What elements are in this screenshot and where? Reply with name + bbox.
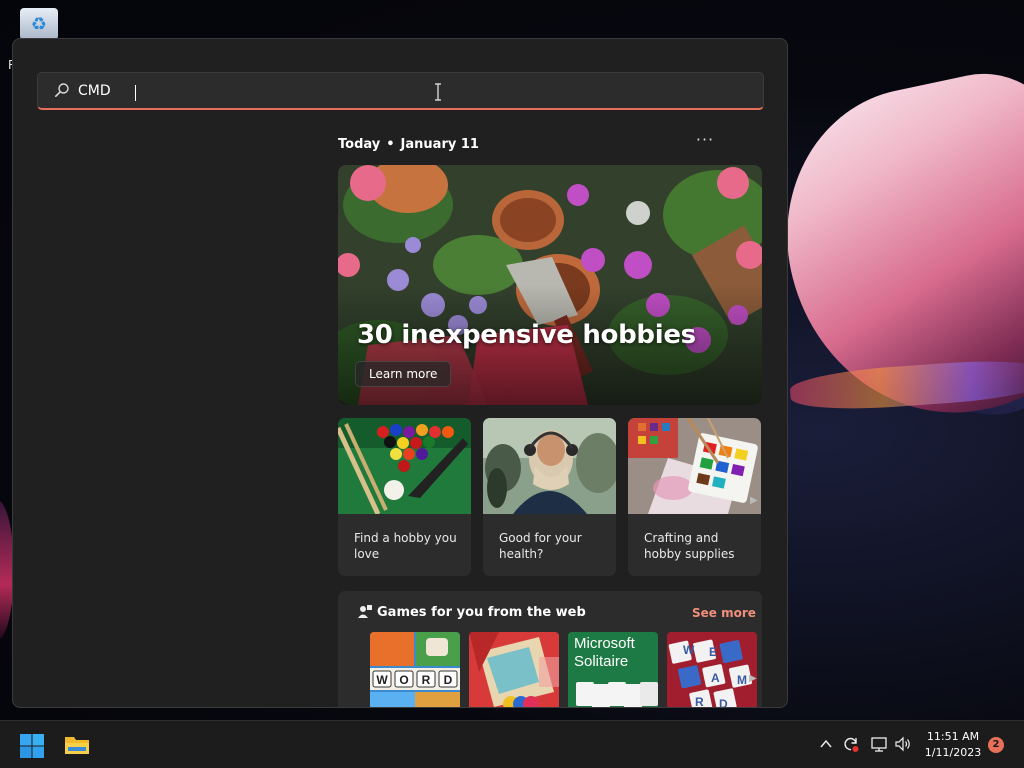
feed-card-billiards[interactable]: Find a hobby you love (338, 418, 471, 576)
notification-badge[interactable]: 2 (988, 737, 1004, 753)
feed-card-label: Good for your health? (499, 531, 582, 561)
clock-date: 1/11/2023 (924, 746, 982, 759)
today-date: January 11 (400, 137, 479, 152)
svg-text:W: W (376, 673, 388, 687)
windows-start-icon[interactable] (19, 733, 45, 759)
ibeam-cursor-icon (435, 83, 441, 101)
search-box[interactable] (37, 72, 764, 110)
watercolor-paints-image (628, 418, 761, 514)
hero-title: 30 inexpensive hobbies (357, 320, 696, 350)
see-more-button[interactable]: See more (692, 606, 756, 620)
game-tile-puzzle[interactable] (469, 632, 559, 707)
feed-card-health[interactable]: Good for your health? (483, 418, 616, 576)
game-tile-word[interactable]: W O R D (370, 632, 460, 707)
game-tile-word-tiles[interactable]: W E A M R D (667, 632, 757, 708)
woman-headphones-image (483, 418, 616, 514)
solitaire-line1: Microsoft (574, 635, 635, 652)
text-caret (135, 85, 136, 101)
svg-text:R: R (695, 695, 704, 708)
svg-text:D: D (444, 673, 453, 687)
search-panel: Today • January 11 ··· (12, 38, 788, 708)
svg-text:O: O (399, 673, 408, 687)
search-icon (54, 83, 69, 97)
games-next-icon[interactable]: ▶ (749, 673, 757, 684)
clock-time: 11:51 AM (926, 730, 980, 743)
learn-more-button[interactable]: Learn more (355, 361, 452, 387)
svg-text:R: R (422, 673, 431, 687)
feed-card-crafting[interactable]: Crafting and hobby supplies (628, 418, 761, 576)
svg-text:M: M (737, 673, 747, 687)
more-dots-icon[interactable]: ··· (694, 132, 716, 151)
solitaire-line2: Solitaire (574, 653, 629, 670)
svg-text:W: W (683, 643, 695, 657)
games-section: Games for you from the web See more W O … (338, 591, 762, 708)
games-icon (358, 605, 372, 618)
feed-date-heading: Today • January 11 (338, 137, 479, 152)
hero-card[interactable]: 30 inexpensive hobbies Learn more (338, 165, 762, 405)
carousel-next-icon[interactable]: ▶ (750, 495, 760, 509)
svg-text:D: D (719, 697, 728, 708)
volume-icon[interactable] (894, 735, 912, 753)
recycle-icon: ♻ (30, 14, 48, 35)
game-tile-solitaire[interactable]: Microsoft Solitaire (568, 632, 658, 707)
taskbar-clock[interactable]: 11:51 AM 1/11/2023 (918, 729, 988, 761)
games-title: Games for you from the web (377, 605, 586, 620)
svg-text:A: A (711, 671, 720, 685)
today-label: Today (338, 137, 381, 152)
sync-icon[interactable] (842, 735, 860, 753)
svg-text:E: E (709, 645, 717, 659)
feed-card-label: Find a hobby you love (354, 531, 457, 561)
billiards-image (338, 418, 471, 514)
file-explorer-icon[interactable] (64, 733, 90, 757)
taskbar: 11:51 AM 1/11/2023 2 (0, 720, 1024, 768)
feed-card-label: Crafting and hobby supplies (644, 531, 735, 561)
chevron-up-icon[interactable] (819, 738, 833, 750)
network-icon[interactable] (870, 735, 888, 753)
separator-dot: • (386, 137, 395, 152)
search-input[interactable] (78, 79, 738, 103)
